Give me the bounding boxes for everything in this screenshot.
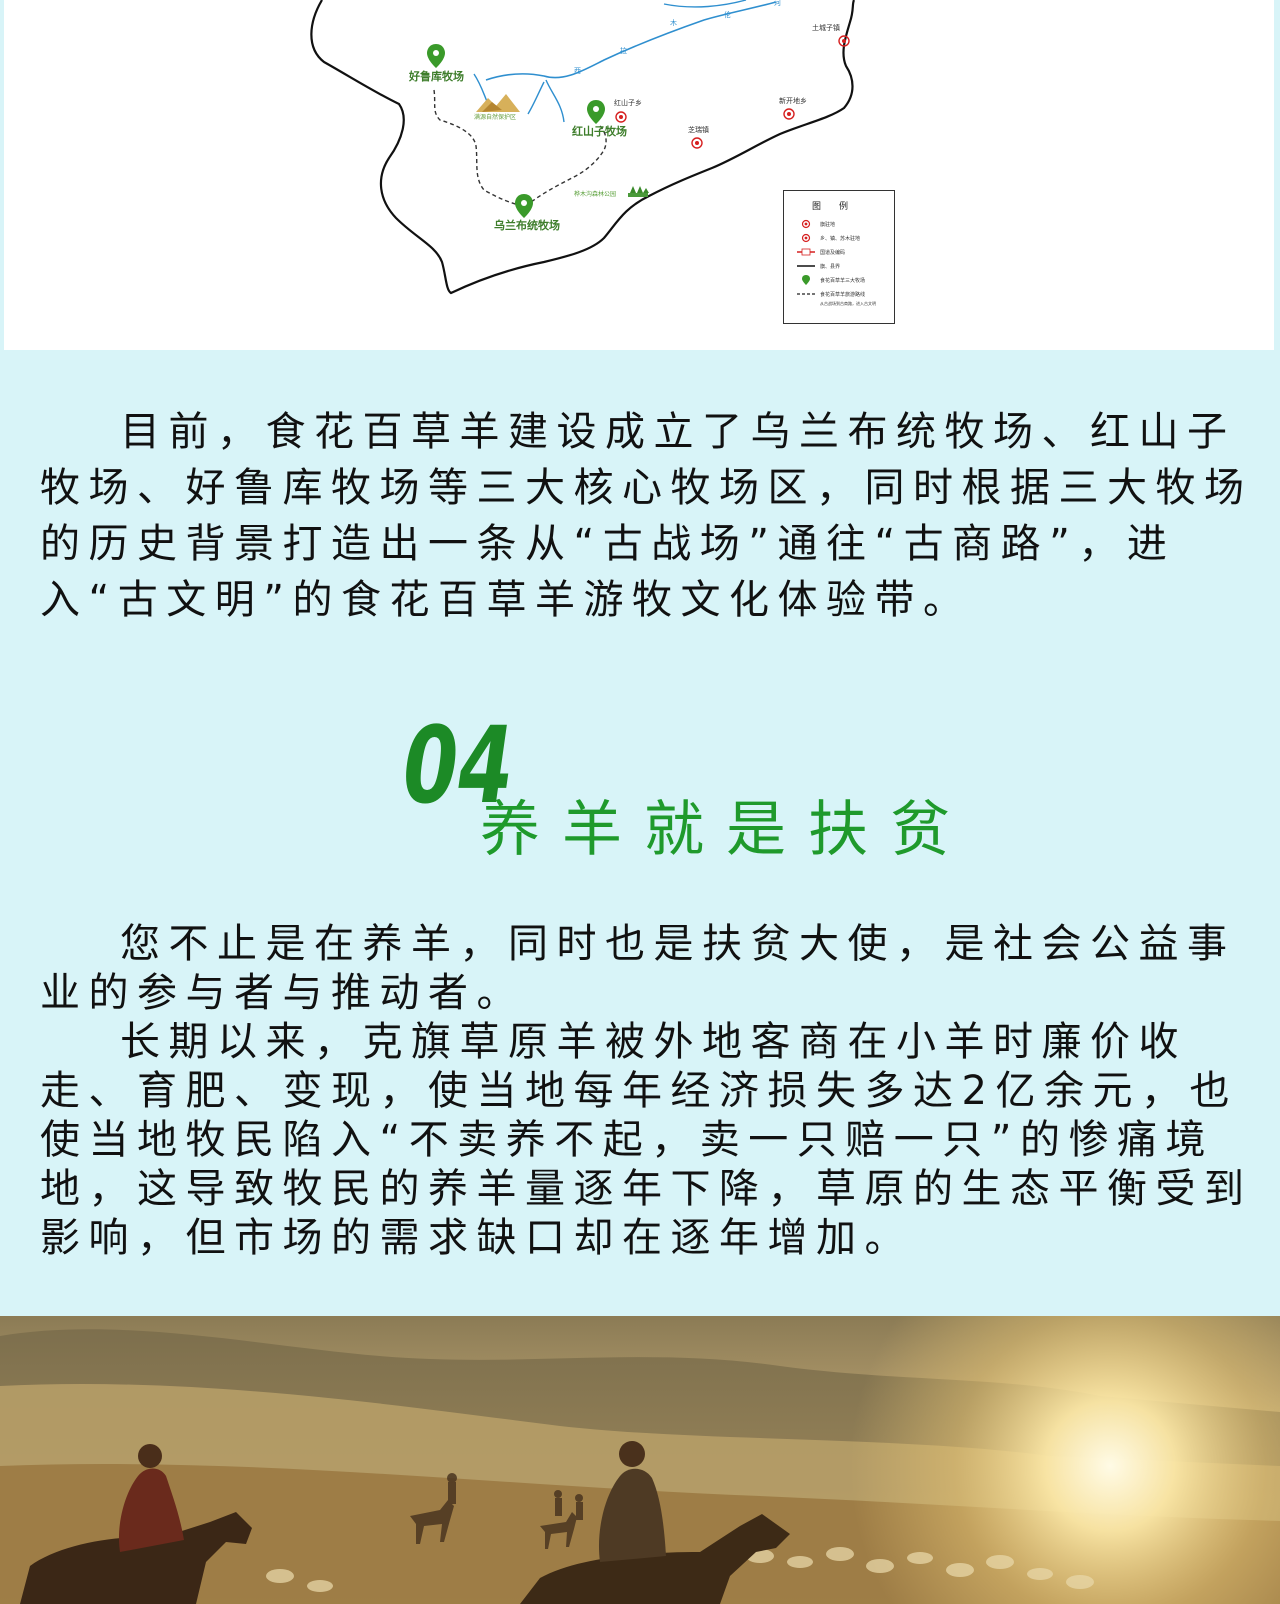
legend-item-label: 食花百草羊旅游路线: [820, 291, 866, 298]
park-landscape-icon: [628, 186, 649, 197]
town-marker-icon: [691, 137, 703, 149]
section-number: 04: [394, 704, 521, 827]
town-label: 红山子乡: [614, 99, 642, 107]
park-label: 桦木沟森林公园: [574, 191, 617, 198]
ranch-label: 好鲁库牧场: [409, 70, 464, 83]
legend-item: 食花百草羊旅游路线: [796, 289, 865, 299]
body-paragraph: 长期以来，克旗草原羊被外地客商在小羊时廉价收走、育肥、变现，使当地每年经济损失多…: [40, 1019, 1253, 1261]
legend-item: 国道及编码: [796, 247, 845, 257]
river-label: 伦: [724, 11, 731, 19]
river-branch: [545, 79, 565, 123]
body-paragraph: 您不止是在养羊，同时也是扶贫大使，是社会公益事业的参与者与推动者。: [40, 921, 1236, 1016]
county-boundary: [310, 0, 856, 295]
legend-item: 食花百草羊三大牧场: [796, 275, 865, 285]
ranch-pin-icon: [515, 194, 533, 218]
legend-item: 旗驻地: [796, 219, 835, 229]
photo-illustration: [0, 1316, 1280, 1604]
map-section: 好鲁库牧场 红山子牧场 乌兰布统牧场 土城子镇 红山子乡 新开地乡 芝瑞镇 木 …: [0, 0, 1280, 352]
reserve-landscape-icon: [476, 94, 520, 112]
reserve-label: 满源自然保护区: [474, 114, 517, 121]
body-paragraphs: 您不止是在养羊，同时也是扶贫大使，是社会公益事业的参与者与推动者。 长期以来，克…: [40, 920, 1255, 1263]
town-label: 新开地乡: [779, 97, 807, 105]
legend-item: 旗、县界: [796, 261, 840, 271]
section-number-text: 04: [396, 716, 514, 806]
grassland-herding-photo: [0, 1316, 1280, 1604]
legend-item-label: 旗、县界: [820, 263, 841, 270]
town-label: 土城子镇: [812, 24, 840, 32]
ranch-label: 红山子牧场: [572, 125, 627, 138]
map-panel: 好鲁库牧场 红山子牧场 乌兰布统牧场 土城子镇 红山子乡 新开地乡 芝瑞镇 木 …: [4, 0, 1274, 350]
map-legend: 图例 旗驻地 乡、镇、苏木驻地 国道及编码 旗、县界 食花百草羊三大牧场 食花百…: [783, 190, 895, 324]
section-number-graphic: 04: [394, 704, 521, 827]
town-marker-icon: [783, 108, 795, 120]
ranch-pin-icon: [796, 275, 816, 285]
legend-item-label: 食花百草羊三大牧场: [820, 277, 866, 284]
river-branch: [527, 81, 545, 115]
ranch-pin-icon: [427, 44, 445, 68]
town-marker-icon: [796, 233, 816, 243]
route-line-icon: [796, 289, 816, 299]
ranch-pin-icon: [587, 100, 605, 124]
legend-item: 乡、镇、苏木驻地: [796, 233, 860, 243]
intro-paragraph: 目前，食花百草羊建设成立了乌兰布统牧场、红山子牧场、好鲁库牧场等三大核心牧场区，…: [40, 404, 1255, 628]
river-label: 河: [774, 0, 781, 7]
legend-item-label: 国道及编码: [820, 249, 846, 256]
river-label: 拉: [620, 47, 627, 55]
legend-item-label: 旗驻地: [820, 221, 836, 228]
legend-note: 从古战场到古商路，进入古文明: [820, 301, 876, 306]
river: [485, 1, 777, 81]
town-label: 芝瑞镇: [688, 126, 709, 134]
town-marker-icon: [796, 219, 816, 229]
legend-title: 图例: [811, 202, 866, 212]
river-branch: [663, 0, 747, 8]
legend-item-label: 乡、镇、苏木驻地: [820, 235, 861, 242]
region-map: [310, 0, 856, 295]
ranch-label: 乌兰布统牧场: [494, 219, 560, 232]
river-label: 西: [574, 67, 581, 75]
town-marker-icon: [615, 111, 627, 123]
boundary-line-icon: [796, 261, 816, 271]
highway-icon: [796, 247, 816, 257]
river-label: 木: [670, 19, 677, 27]
section-title: 养羊就是扶贫: [480, 795, 972, 865]
intro-text: 目前，食花百草羊建设成立了乌兰布统牧场、红山子牧场、好鲁库牧场等三大核心牧场区，…: [40, 409, 1253, 623]
